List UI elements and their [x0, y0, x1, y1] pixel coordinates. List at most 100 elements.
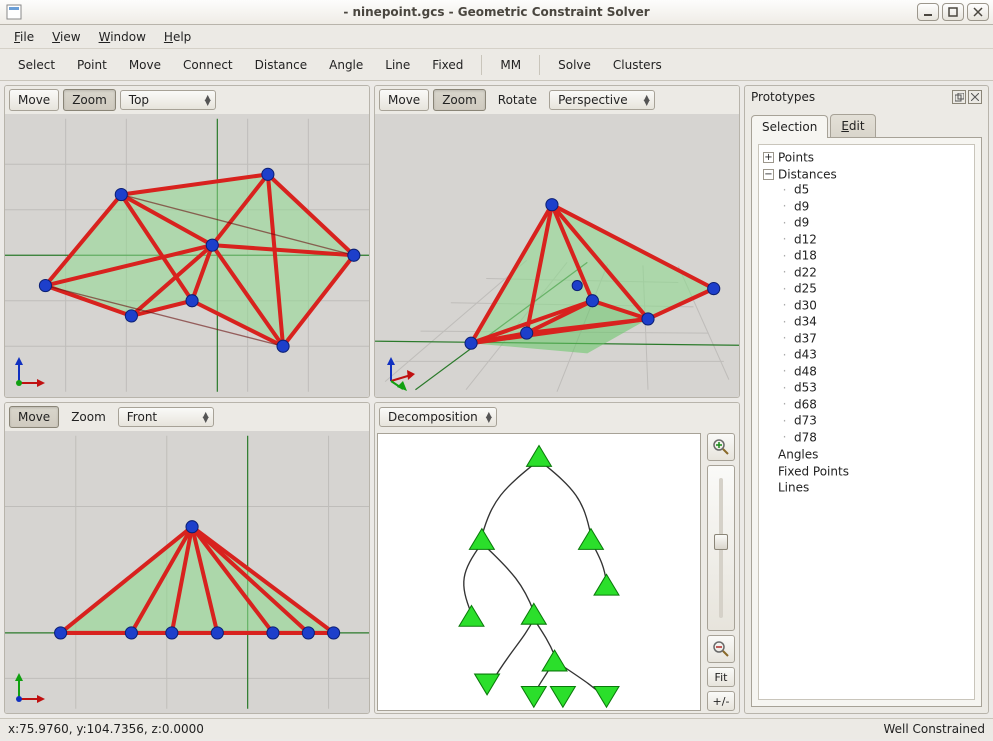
viewport-perspective-canvas[interactable] [375, 114, 739, 397]
plus-minus-button[interactable]: +/- [707, 691, 735, 711]
viewport-perspective-toolbar: Move Zoom Rotate Perspective ▲▼ [375, 86, 739, 114]
vp-persp-projection-combo[interactable]: Perspective ▲▼ [549, 90, 655, 110]
panel-close-button[interactable] [968, 90, 982, 104]
tree-node-angles[interactable]: Angles [763, 446, 972, 463]
tree-leaf-distance[interactable]: ·d30 [779, 297, 972, 314]
tree-leaf-label[interactable]: d25 [794, 282, 817, 296]
tree-leaf-label[interactable]: d12 [794, 232, 817, 246]
tree-leaf-label[interactable]: d18 [794, 249, 817, 263]
decomp-canvas[interactable] [377, 433, 701, 712]
maximize-button[interactable] [942, 3, 964, 21]
tab-edit[interactable]: Edit [830, 114, 875, 137]
panel-restore-button[interactable] [952, 90, 966, 104]
tree-leaf-distance[interactable]: ·d53 [779, 379, 972, 396]
tree-node-distances[interactable]: −Distances ·d5·d9·d9·d12·d18·d22·d25·d30… [763, 166, 972, 447]
tree-node-fixed-points[interactable]: Fixed Points [763, 463, 972, 480]
tree-leaf-label[interactable]: d43 [794, 348, 817, 362]
tree-leaf-label[interactable]: d37 [794, 331, 817, 345]
status-coords: x:75.9760, y:104.7356, z:0.0000 [8, 722, 204, 736]
decomp-side-controls: Fit +/- [705, 433, 737, 712]
tree-leaf-label[interactable]: d48 [794, 364, 817, 378]
tree-leaf-dot-icon: · [779, 216, 790, 230]
menu-help[interactable]: Help [156, 27, 199, 47]
tree-leaf-distance[interactable]: · d9 [779, 214, 972, 231]
menu-file[interactable]: File [6, 27, 42, 47]
toolbar-separator [539, 55, 540, 75]
tree-leaf-distance[interactable]: ·d9 [779, 198, 972, 215]
tree-leaf-label[interactable]: d5 [794, 183, 809, 197]
tree-leaf-distance[interactable]: · d25 [779, 280, 972, 297]
close-button[interactable] [967, 3, 989, 21]
tree-leaf-label[interactable]: d53 [794, 381, 817, 395]
menu-window[interactable]: Window [91, 27, 154, 47]
vp-top-projection-combo[interactable]: Top ▲▼ [120, 90, 216, 110]
tree-leaf-label[interactable]: d9 [794, 216, 809, 230]
tool-angle[interactable]: Angle [319, 54, 373, 76]
menu-view[interactable]: View [44, 27, 88, 47]
vp-front-zoom-button[interactable]: Zoom [63, 407, 114, 427]
tool-connect[interactable]: Connect [173, 54, 243, 76]
tree-leaf-label[interactable]: d73 [794, 414, 817, 428]
tree-node-points[interactable]: +Points [763, 149, 972, 166]
tool-fixed[interactable]: Fixed [422, 54, 473, 76]
viewport-decomposition: Decomposition ▲▼ [374, 402, 740, 715]
tree-leaf-distance[interactable]: ·d18 [779, 247, 972, 264]
prototypes-panel: Prototypes Selection Edit +Points −Dista… [744, 85, 989, 714]
vp-persp-projection-value: Perspective [558, 93, 628, 107]
tool-point[interactable]: Point [67, 54, 117, 76]
tree-leaf-distance[interactable]: ·d43 [779, 346, 972, 363]
tool-select[interactable]: Select [8, 54, 65, 76]
collapse-icon[interactable]: − [763, 169, 774, 180]
tree-leaf-dot-icon: · [779, 397, 790, 411]
vp-front-projection-combo[interactable]: Front ▲▼ [118, 407, 214, 427]
tree-leaf-distance[interactable]: · d37 [779, 330, 972, 347]
tool-solve[interactable]: Solve [548, 54, 601, 76]
minimize-button[interactable] [917, 3, 939, 21]
tree-leaf-distance[interactable]: ·d34 [779, 313, 972, 330]
tree-leaf-label[interactable]: d30 [794, 298, 817, 312]
tree-leaf-dot-icon: · [779, 331, 790, 345]
tree-leaf-distance[interactable]: ·d22 [779, 264, 972, 281]
tree-leaf-distance[interactable]: · d12 [779, 231, 972, 248]
tree-leaf-distance[interactable]: ·d73 [779, 412, 972, 429]
tree-leaf-dot-icon: · [779, 282, 790, 296]
tool-mm[interactable]: MM [490, 54, 531, 76]
tree-leaf-distance[interactable]: ·d5 [779, 181, 972, 198]
tool-clusters[interactable]: Clusters [603, 54, 672, 76]
axis-gizmo-icon [11, 355, 47, 391]
slider-thumb[interactable] [714, 534, 728, 550]
viewport-decomp-toolbar: Decomposition ▲▼ [375, 403, 739, 431]
tree-leaf-distance[interactable]: ·d48 [779, 363, 972, 380]
tree-leaf-label[interactable]: d68 [794, 397, 817, 411]
vp-persp-zoom-button[interactable]: Zoom [433, 89, 486, 111]
tool-move[interactable]: Move [119, 54, 171, 76]
vp-top-zoom-button[interactable]: Zoom [63, 89, 116, 111]
vp-decomp-mode-combo[interactable]: Decomposition ▲▼ [379, 407, 497, 427]
zoom-out-button[interactable] [707, 635, 735, 663]
tree-leaf-distance[interactable]: · d68 [779, 396, 972, 413]
viewport-front-canvas[interactable] [5, 431, 369, 714]
zoom-in-button[interactable] [707, 433, 735, 461]
tab-selection[interactable]: Selection [751, 115, 828, 138]
tree-leaf-label[interactable]: d78 [794, 430, 817, 444]
vp-persp-rotate-button[interactable]: Rotate [490, 90, 545, 110]
tool-line[interactable]: Line [375, 54, 420, 76]
tree-leaf-label[interactable]: d34 [794, 315, 817, 329]
expand-icon[interactable]: + [763, 152, 774, 163]
tree-node-lines[interactable]: Lines [763, 479, 972, 496]
app-icon [6, 4, 22, 20]
zoom-slider[interactable] [707, 465, 735, 632]
tree-leaf-label[interactable]: d9 [794, 199, 809, 213]
title-bar: - ninepoint.gcs - Geometric Constraint S… [0, 0, 993, 25]
chevron-updown-icon: ▲▼ [486, 412, 492, 422]
tree-leaf-dot-icon: · [779, 232, 790, 246]
tree-leaf-distance[interactable]: ·d78 [779, 429, 972, 446]
prototypes-tree[interactable]: +Points −Distances ·d5·d9·d9·d12·d18·d22… [758, 144, 975, 700]
tree-leaf-label[interactable]: d22 [794, 265, 817, 279]
viewport-top-canvas[interactable] [5, 114, 369, 397]
vp-front-move-button[interactable]: Move [9, 406, 59, 428]
tool-distance[interactable]: Distance [245, 54, 317, 76]
vp-persp-move-button[interactable]: Move [379, 89, 429, 111]
fit-button[interactable]: Fit [707, 667, 735, 687]
vp-top-move-button[interactable]: Move [9, 89, 59, 111]
